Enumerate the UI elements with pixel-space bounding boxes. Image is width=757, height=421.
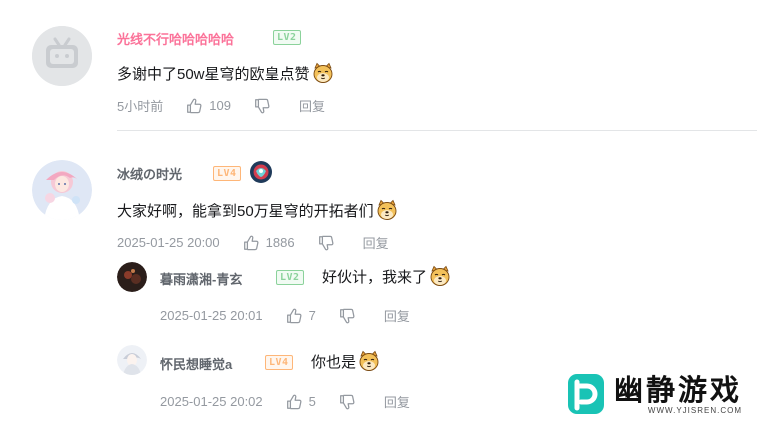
watermark: 幽静游戏 WWW.YJISREN.COM bbox=[566, 372, 742, 416]
reply-button[interactable]: 回复 bbox=[299, 96, 325, 115]
timestamp: 2025-01-25 20:02 bbox=[160, 394, 263, 409]
fan-medal-icon bbox=[249, 160, 273, 184]
avatar[interactable] bbox=[32, 26, 92, 86]
comment-meta: 2025-01-25 20:00 1886 回复 bbox=[117, 233, 389, 252]
anime-avatar-icon bbox=[32, 160, 92, 220]
dislike-button[interactable] bbox=[338, 307, 362, 325]
watermark-url: WWW.YJISREN.COM bbox=[647, 405, 743, 415]
reply-text: 你也是 bbox=[311, 350, 380, 372]
doge-emoji-icon bbox=[376, 199, 398, 221]
default-avatar-icon bbox=[32, 26, 92, 86]
level-badge: LV2 bbox=[276, 270, 304, 285]
comment-text: 大家好啊，能拿到50万星穹的开拓者们 bbox=[117, 199, 398, 221]
reply-avatar[interactable] bbox=[117, 262, 147, 292]
timestamp: 2025-01-25 20:00 bbox=[117, 235, 220, 250]
dislike-button[interactable] bbox=[317, 234, 341, 252]
level-badge: LV2 bbox=[273, 30, 301, 45]
like-count: 5 bbox=[308, 394, 316, 409]
reply-text-body: 你也是 bbox=[311, 353, 357, 371]
thumbs-up-icon bbox=[242, 234, 260, 252]
comment-text-body: 多谢中了50w星穹的欧皇点赞 bbox=[117, 65, 310, 83]
thumbs-down-icon bbox=[317, 234, 335, 252]
thumbs-up-icon bbox=[285, 307, 303, 325]
like-button[interactable]: 109 bbox=[185, 97, 231, 115]
reply-meta: 2025-01-25 20:01 7 回复 bbox=[160, 306, 410, 325]
thumbs-down-icon bbox=[338, 307, 356, 325]
username[interactable]: 冰绒の时光 bbox=[117, 164, 182, 183]
like-count: 1886 bbox=[265, 235, 295, 250]
dislike-button[interactable] bbox=[338, 393, 362, 411]
like-count: 7 bbox=[308, 308, 316, 323]
reply-button[interactable]: 回复 bbox=[363, 233, 389, 252]
reply-button[interactable]: 回复 bbox=[384, 392, 410, 411]
username[interactable]: 光线不行哈哈哈哈哈 bbox=[117, 29, 234, 48]
doge-emoji-icon bbox=[312, 62, 334, 84]
level-badge: LV4 bbox=[265, 355, 293, 370]
thumbs-down-icon bbox=[338, 393, 356, 411]
thumbs-up-icon bbox=[285, 393, 303, 411]
username[interactable]: 怀民想睡觉a bbox=[160, 354, 232, 373]
timestamp: 5小时前 bbox=[117, 99, 164, 114]
dark-avatar-icon bbox=[117, 262, 147, 292]
reply-text-body: 好伙计，我来了 bbox=[322, 268, 428, 286]
comment-meta: 5小时前 109 回复 bbox=[117, 96, 325, 115]
comment-text: 多谢中了50w星穹的欧皇点赞 bbox=[117, 62, 334, 84]
reply-button[interactable]: 回复 bbox=[384, 306, 410, 325]
doge-emoji-icon bbox=[429, 265, 451, 287]
doge-emoji-icon bbox=[358, 350, 380, 372]
divider bbox=[117, 130, 757, 131]
reply-text: 好伙计，我来了 bbox=[322, 265, 451, 287]
thumbs-down-icon bbox=[253, 97, 271, 115]
anime-avatar-icon bbox=[117, 345, 147, 375]
brand-logo-icon bbox=[568, 374, 604, 414]
like-button[interactable]: 7 bbox=[285, 307, 316, 325]
comment-text-body: 大家好啊，能拿到50万星穹的开拓者们 bbox=[117, 202, 374, 220]
like-button[interactable]: 5 bbox=[285, 393, 316, 411]
avatar[interactable] bbox=[32, 160, 92, 220]
thumbs-up-icon bbox=[185, 97, 203, 115]
like-count: 109 bbox=[209, 98, 231, 113]
dislike-button[interactable] bbox=[253, 97, 277, 115]
timestamp: 2025-01-25 20:01 bbox=[160, 308, 263, 323]
username[interactable]: 暮雨潇湘-青玄 bbox=[160, 269, 242, 288]
level-badge: LV4 bbox=[213, 166, 241, 181]
watermark-title: 幽静游戏 bbox=[614, 372, 743, 407]
reply-meta: 2025-01-25 20:02 5 回复 bbox=[160, 392, 410, 411]
like-button[interactable]: 1886 bbox=[242, 234, 295, 252]
reply-avatar[interactable] bbox=[117, 345, 147, 375]
